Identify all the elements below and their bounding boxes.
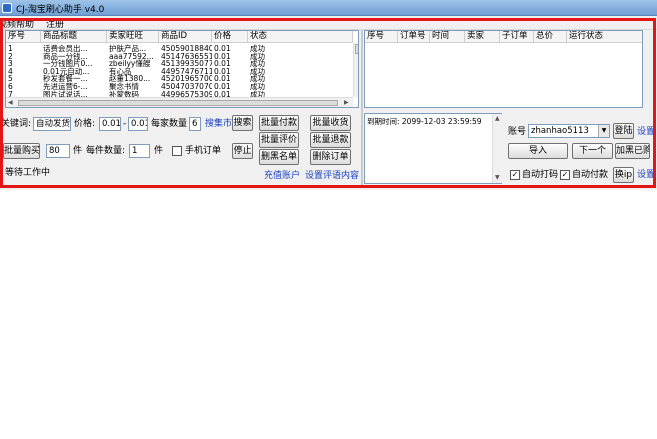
- delete-blacklist-button[interactable]: 删黑名单: [259, 149, 299, 165]
- goods-table[interactable]: 序号 商品标题 卖家旺旺 商品ID 价格 状态 1 话费会员出... 护肤产品...…: [5, 30, 359, 108]
- goods-vertical-scrollbar[interactable]: [353, 43, 358, 97]
- per-item-unit: 件: [154, 146, 164, 156]
- auto-captcha-label: 自动打码: [522, 170, 559, 180]
- expiry-textarea[interactable]: 到期时间: 2099-12-03 23:59:59 ▲ ▼: [364, 113, 502, 184]
- add-bought-button[interactable]: 加黑已购: [615, 143, 650, 159]
- search-button[interactable]: 搜索: [232, 115, 253, 131]
- scroll-left-icon[interactable]: ◀: [8, 99, 13, 107]
- col-seller[interactable]: 卖家: [465, 31, 500, 43]
- goods-horizontal-scrollbar[interactable]: ◀ ▶: [6, 97, 353, 107]
- bulk-pay-button[interactable]: 批量付款: [259, 115, 299, 131]
- col-time[interactable]: 时间: [430, 31, 465, 43]
- col-price[interactable]: 价格: [212, 31, 248, 43]
- price-dash: -: [123, 119, 127, 129]
- scroll-up-icon[interactable]: ▲: [495, 115, 500, 123]
- bulk-refund-button[interactable]: 批量退款: [310, 132, 351, 148]
- menu-register[interactable]: 注册: [46, 17, 64, 30]
- scroll-down-icon[interactable]: ▼: [495, 174, 500, 182]
- account-value: zhanhao5113: [531, 126, 589, 136]
- import-button[interactable]: 导入: [508, 143, 568, 159]
- account-label: 账号: [508, 127, 527, 137]
- delete-order-button[interactable]: 删除订单: [310, 149, 351, 165]
- col-status[interactable]: 状态: [248, 31, 353, 43]
- settings-link-2[interactable]: 设置: [637, 169, 655, 181]
- scroll-thumb[interactable]: [355, 44, 358, 54]
- login-button[interactable]: 登陆: [613, 123, 634, 139]
- next-button[interactable]: 下一个: [572, 143, 613, 159]
- col-title[interactable]: 商品标题: [41, 31, 107, 43]
- recharge-account-link[interactable]: 充值账户: [264, 170, 300, 182]
- settings-link[interactable]: 设置: [637, 126, 655, 138]
- quantity-input[interactable]: 80: [46, 144, 70, 158]
- bulk-review-button[interactable]: 批量评价: [259, 132, 299, 148]
- stop-button[interactable]: 停止: [232, 143, 253, 159]
- auto-pay-checkbox[interactable]: ✓: [560, 170, 570, 180]
- expiry-text: 到期时间: 2099-12-03 23:59:59: [367, 117, 482, 126]
- app-icon: [2, 3, 12, 13]
- status-text: 等待工作中: [5, 168, 51, 178]
- mobile-order-checkbox[interactable]: [172, 146, 182, 156]
- auto-captcha-checkbox[interactable]: ✓: [510, 170, 520, 180]
- menu-video-help[interactable]: 视频帮助: [0, 17, 34, 30]
- search-market-link[interactable]: 搜集市: [205, 118, 232, 130]
- window-title: CJ-淘宝刷心助手 v4.0: [16, 5, 105, 15]
- panel-divider[interactable]: [361, 30, 363, 188]
- bulk-receive-button[interactable]: 批量收货: [310, 115, 351, 131]
- col-order-no[interactable]: 订单号: [398, 31, 430, 43]
- orders-table[interactable]: 序号 订单号 时间 卖家 子订单 总价 运行状态: [364, 30, 643, 108]
- quantity-unit: 件: [73, 146, 83, 156]
- col-sub-order[interactable]: 子订单: [500, 31, 534, 43]
- col-total[interactable]: 总价: [534, 31, 567, 43]
- account-select[interactable]: zhanhao5113 ▼: [528, 124, 610, 138]
- switch-ip-button[interactable]: 换ip: [613, 167, 634, 183]
- bulk-buy-button[interactable]: 批量购买: [3, 143, 40, 159]
- scroll-right-icon[interactable]: ▶: [344, 99, 349, 107]
- per-shop-label: 每家数量: [151, 119, 188, 129]
- auto-pay-label: 自动付款: [572, 170, 609, 180]
- price-max-input[interactable]: 0.01: [128, 117, 148, 131]
- per-shop-input[interactable]: 6: [189, 117, 201, 131]
- keyword-label: 关键词:: [1, 119, 32, 129]
- col-seller[interactable]: 卖家旺旺: [107, 31, 159, 43]
- keyword-input[interactable]: 自动发货: [33, 117, 71, 131]
- price-min-input[interactable]: 0.01: [99, 117, 121, 131]
- textarea-scrollbar[interactable]: ▲ ▼: [492, 114, 502, 183]
- chevron-down-icon[interactable]: ▼: [598, 125, 609, 137]
- mobile-order-label: 手机订单: [185, 146, 222, 156]
- col-index[interactable]: 序号: [6, 31, 41, 43]
- title-bar: CJ-淘宝刷心助手 v4.0: [0, 0, 657, 16]
- review-content-link[interactable]: 设置评语内容: [305, 170, 359, 182]
- per-item-label: 每件数量:: [86, 146, 126, 156]
- price-label: 价格:: [74, 119, 96, 129]
- col-index[interactable]: 序号: [365, 31, 398, 43]
- col-item-id[interactable]: 商品ID: [159, 31, 212, 43]
- menu-bar: 视频帮助 注册: [0, 16, 657, 30]
- col-run-status[interactable]: 运行状态: [567, 31, 642, 43]
- per-item-input[interactable]: 1: [129, 144, 150, 158]
- scroll-thumb[interactable]: [18, 100, 338, 106]
